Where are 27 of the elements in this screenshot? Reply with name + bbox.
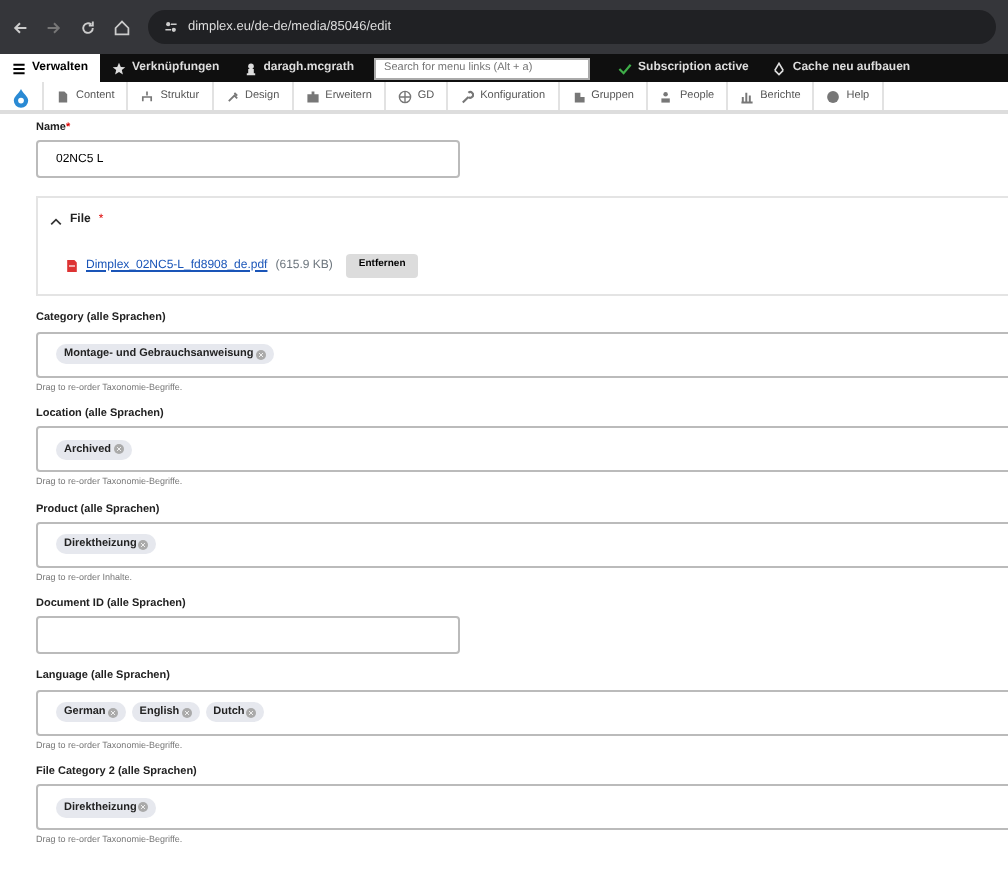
home-icon[interactable] (114, 19, 130, 35)
wrench-icon (460, 89, 475, 103)
chevron-up-icon (50, 215, 62, 228)
reload-icon[interactable] (80, 19, 96, 35)
remove-tag-icon[interactable] (138, 539, 149, 550)
people-icon (659, 89, 674, 103)
remove-tag-icon[interactable] (246, 707, 257, 718)
pdf-file-icon (66, 258, 78, 274)
back-icon[interactable] (12, 19, 28, 35)
drop-logo-icon[interactable] (12, 85, 30, 107)
remove-tag-icon[interactable] (107, 707, 118, 718)
check-icon (618, 61, 633, 75)
globe-icon (397, 89, 412, 103)
remove-tag-icon[interactable] (181, 707, 192, 718)
hierarchy-icon (140, 89, 155, 103)
building-icon (571, 89, 586, 103)
forward-icon[interactable] (46, 19, 62, 35)
menu-icon (12, 61, 26, 75)
site-info-icon[interactable] (164, 20, 178, 34)
remove-tag-icon[interactable] (138, 802, 149, 813)
text-field[interactable] (36, 616, 460, 655)
star-icon (112, 61, 127, 75)
document-icon (56, 89, 70, 103)
user-icon (243, 61, 258, 75)
bar-chart-icon (740, 89, 755, 103)
remove-tag-icon[interactable] (113, 444, 124, 455)
remove-tag-icon[interactable] (255, 349, 266, 359)
